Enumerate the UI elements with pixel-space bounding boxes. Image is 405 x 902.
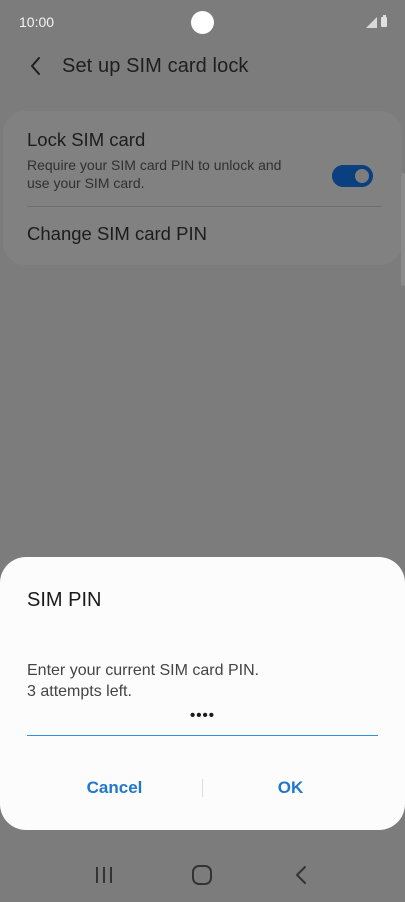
app-header: Set up SIM card lock (0, 44, 405, 88)
ok-button[interactable]: OK (203, 778, 405, 798)
change-sim-pin-row[interactable]: Change SIM card PIN (27, 223, 378, 255)
back-icon (295, 866, 306, 884)
page-title: Set up SIM card lock (62, 54, 249, 77)
dialog-message: Enter your current SIM card PIN. 3 attem… (27, 660, 259, 702)
back-button[interactable] (21, 51, 51, 81)
lock-sim-card-toggle[interactable] (332, 165, 373, 187)
toggle-knob (353, 167, 371, 185)
dialog-actions: Cancel OK (0, 770, 405, 806)
settings-card: Lock SIM card Require your SIM card PIN … (3, 111, 402, 265)
recent-apps-button[interactable] (84, 855, 124, 895)
signal-icon (366, 16, 377, 28)
recent-apps-icon (96, 867, 113, 883)
pin-input[interactable] (27, 702, 378, 736)
battery-icon (381, 15, 387, 27)
home-button[interactable] (182, 855, 222, 895)
cancel-button[interactable]: Cancel (0, 778, 202, 798)
status-time: 10:00 (19, 14, 55, 30)
divider (27, 206, 382, 207)
lock-sim-card-subtitle: Require your SIM card PIN to unlock and … (27, 157, 282, 191)
lock-sim-card-title: Lock SIM card (27, 129, 146, 150)
home-icon (192, 865, 213, 885)
change-sim-pin-title: Change SIM card PIN (27, 223, 207, 244)
status-icons (366, 15, 387, 28)
scroll-indicator (401, 173, 405, 286)
sim-pin-dialog: SIM PIN Enter your current SIM card PIN.… (0, 557, 405, 830)
nav-bar (0, 848, 405, 902)
dialog-message-line1: Enter your current SIM card PIN. (27, 662, 260, 679)
dialog-message-line2: 3 attempts left. (27, 683, 132, 700)
lock-sim-card-row[interactable]: Lock SIM card Require your SIM card PIN … (27, 129, 378, 193)
nav-back-button[interactable] (281, 855, 321, 895)
chevron-left-icon (31, 57, 40, 75)
dialog-title: SIM PIN (27, 589, 102, 611)
camera-cutout (191, 11, 214, 34)
